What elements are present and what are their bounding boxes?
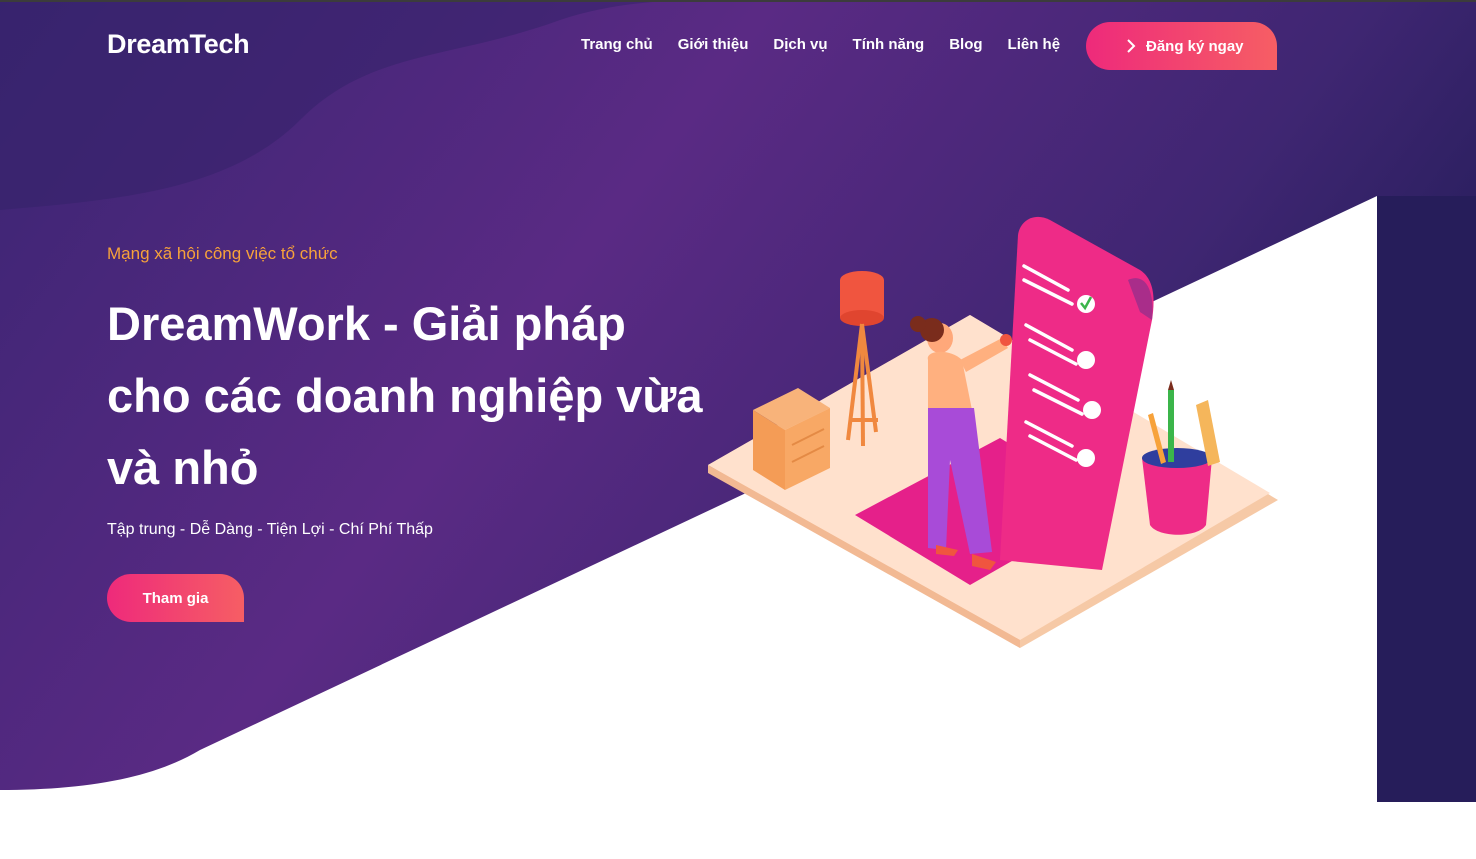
- nav-item-about[interactable]: Giới thiệu: [678, 36, 749, 53]
- hero-illustration: [708, 216, 1278, 648]
- main-nav: Trang chủ Giới thiệu Dịch vụ Tính năng B…: [581, 36, 1085, 53]
- nav-item-blog[interactable]: Blog: [949, 36, 982, 53]
- nav-item-contact[interactable]: Liên hệ: [1008, 36, 1061, 53]
- join-button[interactable]: Tham gia: [107, 574, 244, 622]
- hero-headline: DreamWork - Giải pháp cho các doanh nghi…: [107, 297, 703, 494]
- brand-logo[interactable]: DreamTech: [107, 29, 250, 60]
- nav-item-features[interactable]: Tính năng: [853, 36, 925, 53]
- nav-item-home[interactable]: Trang chủ: [581, 36, 653, 53]
- hero-tagline: Tập trung - Dễ Dàng - Tiện Lợi - Chí Phí…: [107, 521, 433, 538]
- register-now-label: Đăng ký ngay: [1146, 37, 1244, 55]
- register-now-button[interactable]: Đăng ký ngay: [1086, 22, 1277, 70]
- chevron-right-icon: [1127, 39, 1136, 53]
- nav-item-services[interactable]: Dịch vụ: [773, 36, 827, 53]
- top-border: [0, 0, 1476, 2]
- hero-kicker: Mạng xã hội công việc tổ chức: [107, 244, 338, 263]
